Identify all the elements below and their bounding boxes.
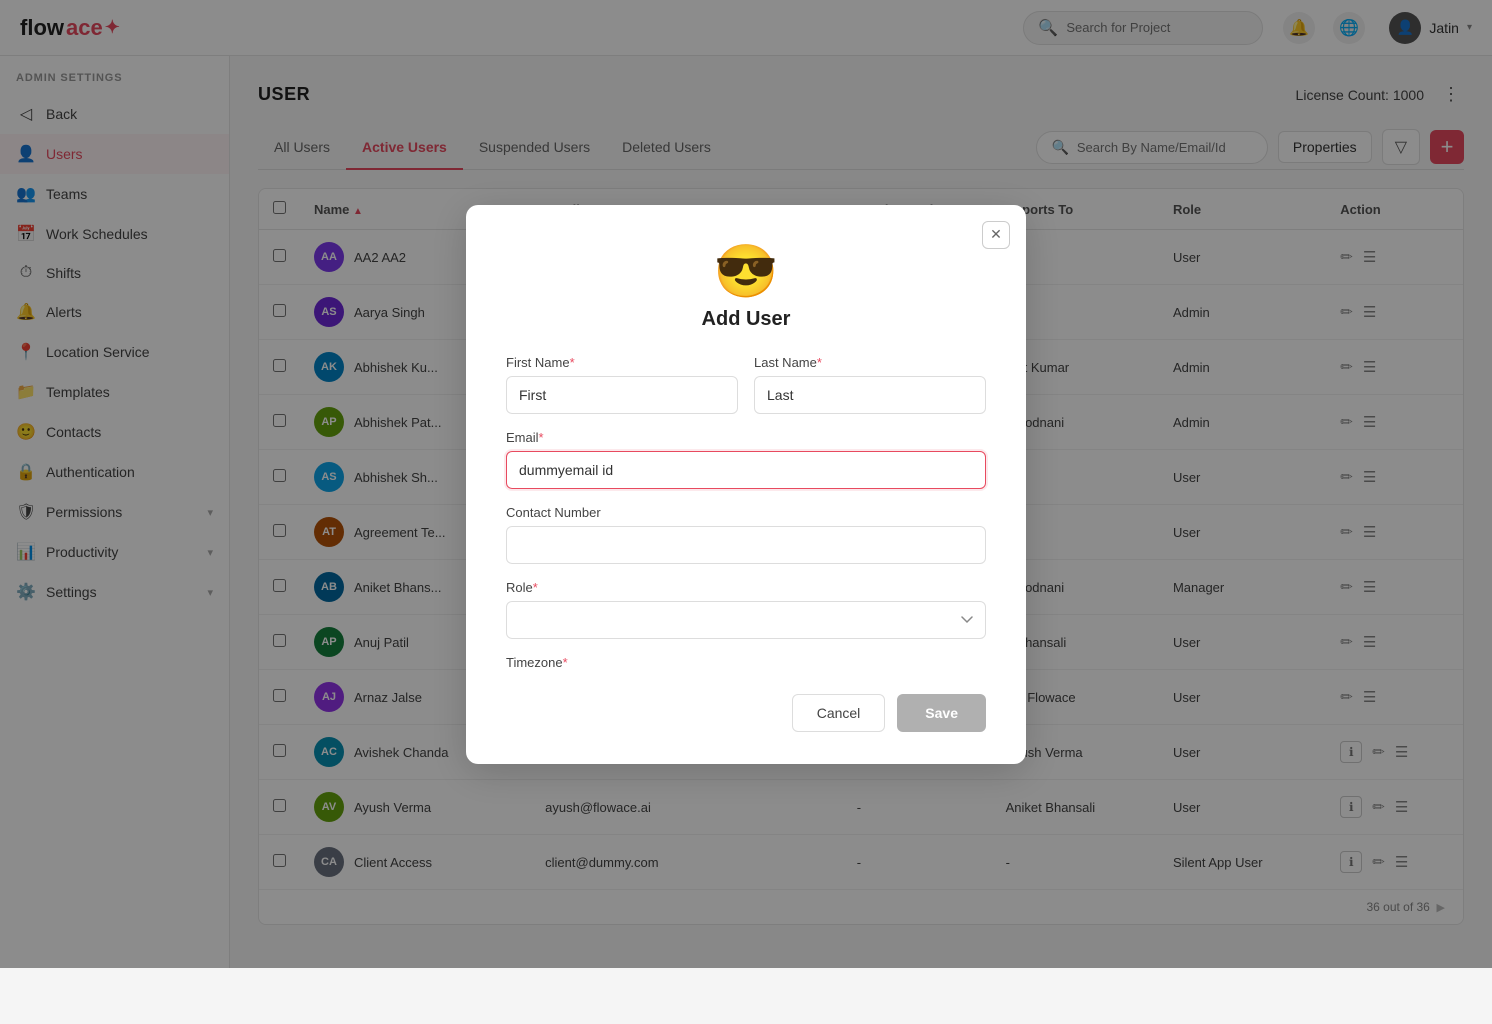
modal-close-button[interactable]: ✕ (982, 221, 1010, 249)
last-name-group: Last Name* (754, 355, 986, 414)
contact-label: Contact Number (506, 505, 986, 520)
first-name-group: First Name* (506, 355, 738, 414)
role-label: Role* (506, 580, 986, 595)
role-group: Role* User Admin Manager (506, 580, 986, 639)
email-label: Email* (506, 430, 986, 445)
email-input[interactable] (506, 451, 986, 489)
name-row: First Name* Last Name* (506, 355, 986, 414)
contact-input[interactable] (506, 526, 986, 564)
role-select[interactable]: User Admin Manager (506, 601, 986, 639)
timezone-group: Timezone* (506, 655, 986, 670)
modal-overlay[interactable]: ✕ 😎 Add User First Name* Last Name* Emai… (0, 0, 1492, 968)
contact-group: Contact Number (506, 505, 986, 564)
modal-title: Add User (506, 308, 986, 331)
modal-actions: Cancel Save (506, 694, 986, 732)
last-name-label: Last Name* (754, 355, 986, 370)
first-name-input[interactable] (506, 376, 738, 414)
timezone-label: Timezone* (506, 655, 986, 670)
first-name-label: First Name* (506, 355, 738, 370)
cancel-button[interactable]: Cancel (792, 694, 886, 732)
email-group: Email* (506, 430, 986, 489)
add-user-modal: ✕ 😎 Add User First Name* Last Name* Emai… (466, 205, 1026, 764)
save-button[interactable]: Save (897, 694, 986, 732)
modal-emoji: 😎 (506, 241, 986, 302)
last-name-input[interactable] (754, 376, 986, 414)
